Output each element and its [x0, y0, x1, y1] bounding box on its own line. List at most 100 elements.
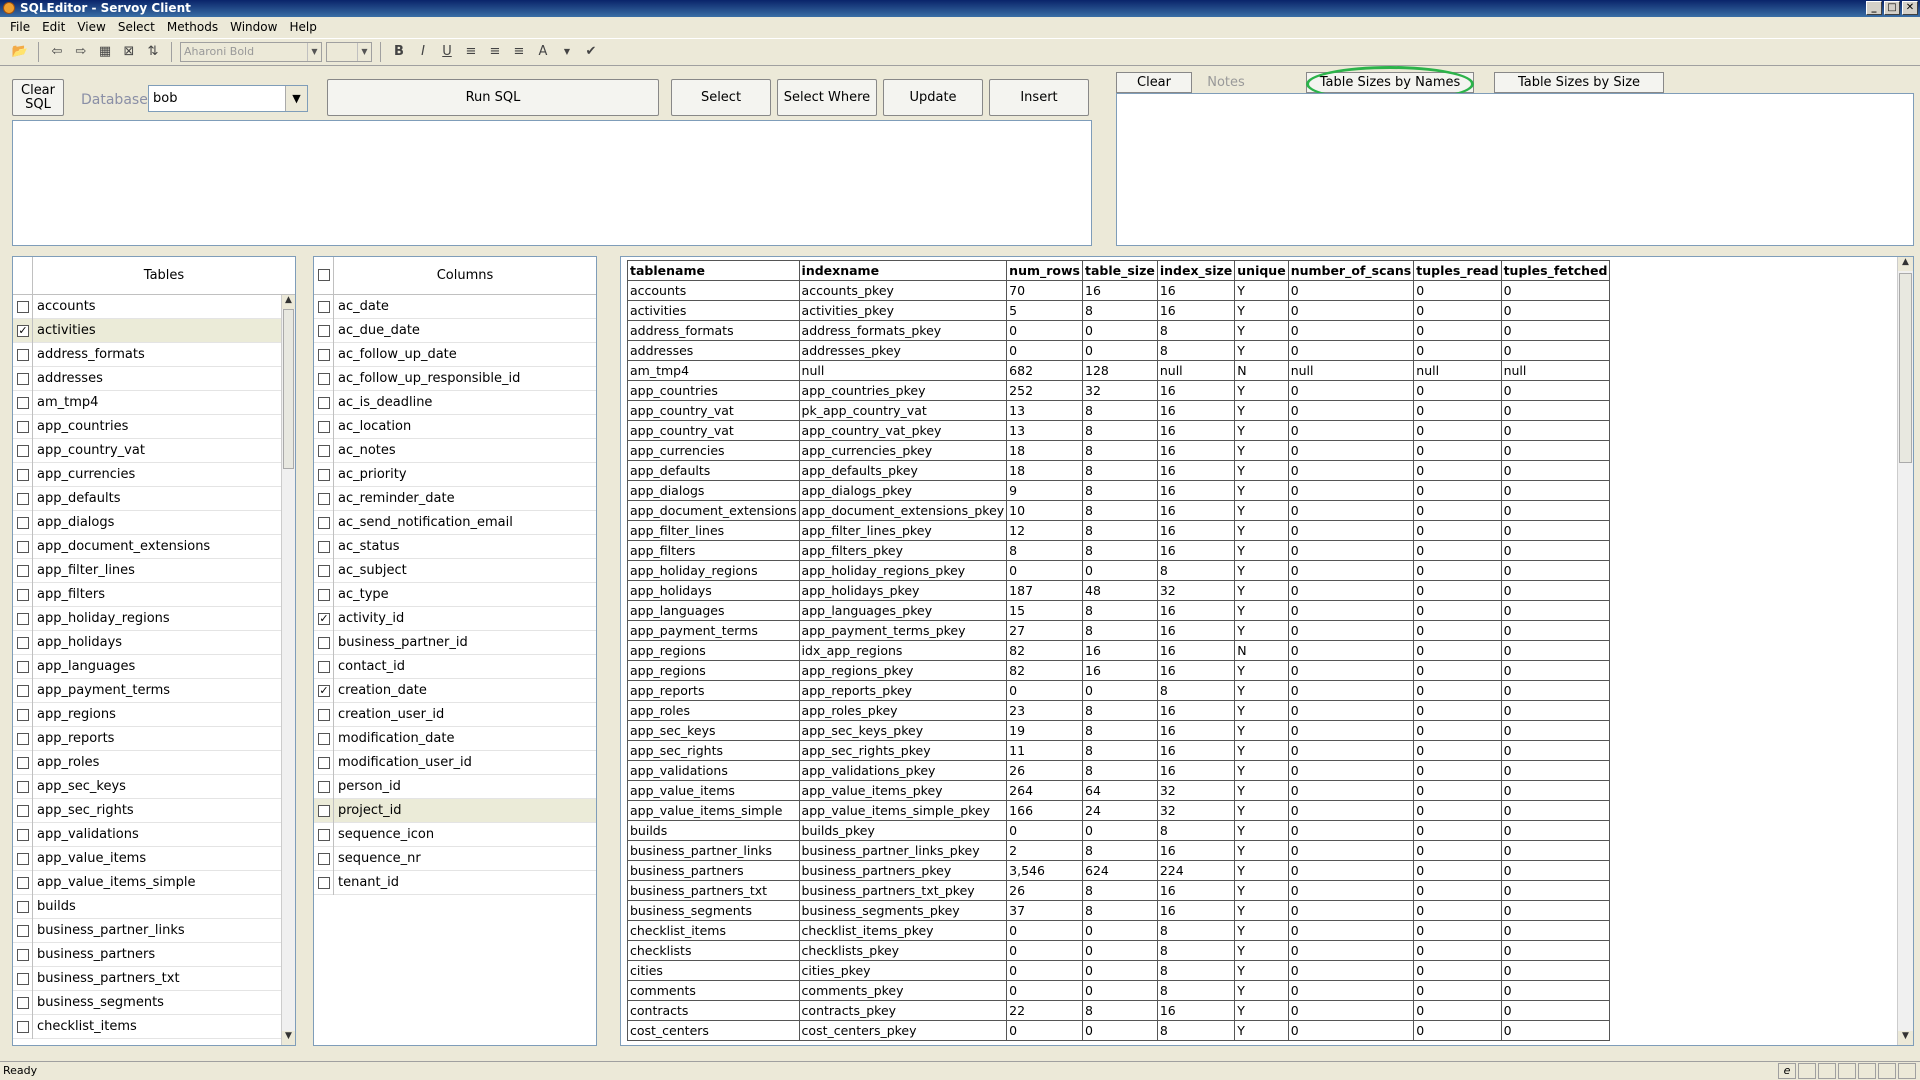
font-name-combo[interactable]: Aharoni Bold ▼	[180, 42, 322, 62]
insert-button[interactable]: Insert	[989, 79, 1089, 116]
list-item[interactable]: builds	[13, 894, 295, 919]
list-item[interactable]: business_partners_txt	[13, 966, 295, 991]
list-item[interactable]: sequence_nr	[314, 846, 596, 871]
find-records-icon[interactable]: ▦	[95, 42, 115, 62]
checkbox[interactable]	[17, 300, 29, 313]
column-header[interactable]: table_size	[1082, 260, 1158, 281]
list-item[interactable]: ac_location	[314, 414, 596, 439]
list-item[interactable]: person_id	[314, 774, 596, 799]
align-center-icon[interactable]: ≡	[485, 42, 505, 62]
clear-sql-button[interactable]: Clear SQL	[12, 79, 64, 116]
list-item[interactable]: ac_priority	[314, 462, 596, 487]
spellcheck-icon[interactable]: ✔	[581, 42, 601, 62]
column-header[interactable]: indexname	[798, 260, 1008, 281]
list-item[interactable]: app_value_items_simple	[13, 870, 295, 895]
open-folder-icon[interactable]: 📂	[10, 42, 30, 62]
checkbox[interactable]	[318, 636, 330, 649]
list-item[interactable]: app_value_items	[13, 846, 295, 871]
checkbox[interactable]	[17, 876, 29, 889]
checkbox[interactable]	[17, 924, 29, 937]
checkbox[interactable]	[17, 348, 29, 361]
scroll-up-arrow-icon[interactable]: ▲	[1898, 257, 1913, 271]
column-header[interactable]: number_of_scans	[1287, 260, 1415, 281]
list-item[interactable]: modification_date	[314, 726, 596, 751]
column-header[interactable]: index_size	[1156, 260, 1236, 281]
tables-scrollbar[interactable]: ▲ ▼	[281, 295, 295, 1045]
minimize-button[interactable]: _	[1866, 1, 1882, 15]
checkbox[interactable]	[318, 540, 330, 553]
scroll-up-arrow-icon[interactable]: ▲	[282, 295, 295, 309]
list-item[interactable]: app_country_vat	[13, 438, 295, 463]
maximize-button[interactable]: □	[1884, 1, 1900, 15]
database-select[interactable]: bob ▼	[148, 85, 308, 112]
checkbox[interactable]	[17, 972, 29, 985]
list-item[interactable]: app_defaults	[13, 486, 295, 511]
table-row[interactable]: checklist_items checklist_items_pkey 0 0 8 Y 0…	[627, 920, 1611, 941]
checkbox[interactable]	[17, 492, 29, 505]
checkbox[interactable]	[318, 468, 330, 481]
list-item[interactable]: accounts	[13, 294, 295, 319]
table-row[interactable]: app_payment_terms app_payment_terms_pkey 2…	[627, 620, 1611, 641]
table-row[interactable]: business_segments business_segments_pkey 3…	[627, 900, 1611, 921]
table-row[interactable]: app_regions app_regions_pkey 82 16 16 Y 0 0 0	[627, 660, 1611, 681]
table-row[interactable]: app_value_items_simple app_value_items_si…	[627, 800, 1611, 821]
align-right-icon[interactable]: ≡	[509, 42, 529, 62]
checkbox[interactable]	[17, 372, 29, 385]
list-item[interactable]: app_validations	[13, 822, 295, 847]
table-row[interactable]: addresses addresses_pkey 0 0 8 Y 0 0 0	[627, 340, 1611, 361]
checkbox[interactable]	[318, 444, 330, 457]
column-header[interactable]: tuples_read	[1413, 260, 1502, 281]
table-row[interactable]: app_country_vat app_country_vat_pkey 13 8 16…	[627, 420, 1611, 441]
table-row[interactable]: app_value_items app_value_items_pkey 264 64…	[627, 780, 1611, 801]
checkbox[interactable]	[17, 732, 29, 745]
column-header[interactable]: tablename	[627, 260, 800, 281]
checkbox[interactable]	[318, 324, 330, 337]
table-row[interactable]: comments comments_pkey 0 0 8 Y 0 0 0	[627, 980, 1611, 1001]
list-item[interactable]: business_partners	[13, 942, 295, 967]
list-item[interactable]: ac_type	[314, 582, 596, 607]
bold-icon[interactable]: B	[389, 42, 409, 62]
checkbox-checked[interactable]: ✓	[318, 684, 330, 697]
checkbox[interactable]	[318, 852, 330, 865]
font-color-dropdown-icon[interactable]: ▼	[557, 42, 577, 62]
list-item[interactable]: app_holidays	[13, 630, 295, 655]
checkbox[interactable]	[318, 348, 330, 361]
list-item[interactable]: app_filters	[13, 582, 295, 607]
checkbox[interactable]	[17, 804, 29, 817]
align-left-icon[interactable]: ≡	[461, 42, 481, 62]
list-item[interactable]: app_dialogs	[13, 510, 295, 535]
sort-icon[interactable]: ⇅	[143, 42, 163, 62]
sql-editor-textarea[interactable]	[12, 120, 1092, 246]
list-item[interactable]: contact_id	[314, 654, 596, 679]
checkbox[interactable]	[318, 876, 330, 889]
table-row[interactable]: app_defaults app_defaults_pkey 18 8 16 Y 0 0 0	[627, 460, 1611, 481]
menu-view[interactable]: View	[71, 17, 111, 37]
scroll-down-arrow-icon[interactable]: ▼	[282, 1031, 295, 1045]
list-item[interactable]: app_roles	[13, 750, 295, 775]
checkbox[interactable]	[318, 780, 330, 793]
menu-window[interactable]: Window	[224, 17, 283, 37]
column-header[interactable]: unique	[1234, 260, 1289, 281]
checkbox[interactable]	[318, 828, 330, 841]
list-item[interactable]: app_sec_keys	[13, 774, 295, 799]
table-row[interactable]: business_partners_txt business_partners_t…	[627, 880, 1611, 901]
table-row[interactable]: app_currencies app_currencies_pkey 18 8 16 Y 0…	[627, 440, 1611, 461]
forward-arrow-icon[interactable]: ⇨	[71, 42, 91, 62]
list-item[interactable]: business_segments	[13, 990, 295, 1015]
list-item[interactable]: ✓ creation_date	[314, 678, 596, 703]
checkbox[interactable]	[318, 396, 330, 409]
table-row[interactable]: builds builds_pkey 0 0 8 Y 0 0 0	[627, 820, 1611, 841]
checkbox[interactable]	[17, 540, 29, 553]
checkbox[interactable]	[17, 900, 29, 913]
checkbox[interactable]	[17, 564, 29, 577]
table-row[interactable]: cities cities_pkey 0 0 8 Y 0 0 0	[627, 960, 1611, 981]
table-row[interactable]: app_filters app_filters_pkey 8 8 16 Y 0 0 0	[627, 540, 1611, 561]
list-item[interactable]: app_holiday_regions	[13, 606, 295, 631]
checkbox[interactable]	[318, 516, 330, 529]
list-item[interactable]: app_reports	[13, 726, 295, 751]
checkbox[interactable]	[17, 708, 29, 721]
table-row[interactable]: activities activities_pkey 5 8 16 Y 0 0 0	[627, 300, 1611, 321]
table-row[interactable]: contracts contracts_pkey 22 8 16 Y 0 0 0	[627, 1000, 1611, 1021]
list-item[interactable]: project_id	[314, 798, 596, 823]
list-item[interactable]: app_regions	[13, 702, 295, 727]
